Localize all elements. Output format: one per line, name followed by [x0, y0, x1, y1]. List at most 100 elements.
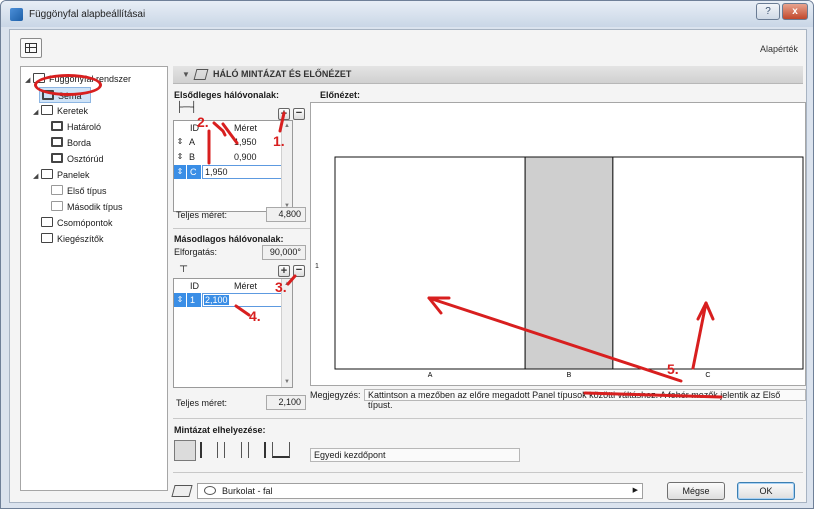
- placement-center-icon[interactable]: [200, 442, 218, 458]
- secondary-list-scrollbar[interactable]: ▲ ▼: [281, 279, 292, 387]
- annotation-label: 3.: [275, 279, 287, 295]
- primary-total-label: Teljes méret:: [176, 210, 228, 220]
- default-label[interactable]: Alapérték: [760, 44, 798, 54]
- divider: [173, 228, 311, 229]
- panel-type-1-icon: [51, 185, 63, 195]
- size-edit-value: 1,950: [205, 167, 228, 177]
- placement-left-icon[interactable]: [174, 440, 196, 461]
- tree-item-label: Keretek: [57, 106, 89, 116]
- col-id-header: ID: [190, 281, 199, 291]
- placement-title: Mintázat elhelyezése:: [174, 425, 266, 435]
- cancel-button[interactable]: Mégse: [667, 482, 725, 500]
- annotation-label: 2.: [197, 114, 209, 130]
- tree-item-mullion[interactable]: Borda: [51, 135, 91, 151]
- tree-item-label: Osztórúd: [67, 154, 104, 164]
- window-title: Függönyfal alapbeállításai: [29, 9, 146, 20]
- tree-item-label: Csomópontok: [57, 218, 113, 228]
- curtain-wall-settings-icon[interactable]: [20, 38, 42, 58]
- note-text: Kattintson a mezőben az előre megadott P…: [364, 389, 806, 410]
- preview-grid[interactable]: A B C: [311, 103, 805, 385]
- tree-item-label: Kiegészítők: [57, 234, 104, 244]
- tree-item-label: Első típus: [67, 186, 107, 196]
- placement-fill-icon[interactable]: [248, 442, 266, 458]
- divider: [173, 472, 803, 473]
- dropdown-value: Burkolat - fal: [222, 486, 273, 496]
- secondary-total-label: Teljes méret:: [176, 398, 228, 408]
- title-bar: Függönyfal alapbeállításai ? x: [1, 1, 813, 27]
- primary-gridlines-title: Elsődleges hálóvonalak:: [174, 90, 280, 100]
- panel-type-2-icon: [51, 201, 63, 211]
- table-row-selected[interactable]: ⇕ 1 2,100: [174, 293, 282, 307]
- tree-item-label: Panelek: [57, 170, 90, 180]
- secondary-total-field: 2,100: [266, 395, 306, 410]
- tree-item-boundary[interactable]: Határoló: [51, 119, 101, 135]
- scroll-up-icon[interactable]: ▲: [284, 123, 290, 129]
- expand-toggle-icon[interactable]: ◢: [33, 105, 41, 121]
- preview-column-label: A: [428, 372, 433, 379]
- size-edit-field[interactable]: 2,100: [202, 293, 282, 307]
- close-button[interactable]: x: [782, 3, 808, 20]
- dropdown-arrow-icon[interactable]: ▶: [633, 484, 638, 498]
- table-row[interactable]: ⇕ A 1,950: [174, 135, 282, 149]
- expand-toggle-icon[interactable]: ◢: [33, 169, 41, 185]
- rotation-field[interactable]: 90,000°: [262, 245, 306, 260]
- note-prefix: Megjegyzés:: [310, 390, 361, 400]
- col-size-header: Méret: [234, 123, 258, 133]
- preview-area[interactable]: 1 ABC: [310, 102, 806, 386]
- preview-title: Előnézet:: [320, 90, 361, 100]
- tree-item-transom[interactable]: Osztórúd: [51, 151, 104, 167]
- rotation-label: Elforgatás:: [174, 247, 218, 257]
- row-drag-handle-icon[interactable]: ⇕: [174, 293, 186, 307]
- col-size-header: Méret: [234, 281, 258, 291]
- ok-button[interactable]: OK: [737, 482, 795, 500]
- remove-secondary-gridline-button[interactable]: −: [293, 265, 305, 277]
- secondary-gridlines-title: Másodlagos hálóvonalak:: [174, 234, 284, 244]
- preview-panel-b[interactable]: [524, 156, 614, 370]
- annotation-label: 1.: [273, 133, 285, 149]
- size-edit-field[interactable]: 1,950: [202, 165, 282, 179]
- row-id: C: [187, 165, 201, 179]
- annotation-label: 5.: [667, 361, 679, 377]
- help-button[interactable]: ?: [756, 3, 780, 20]
- tree-item-panel-type-1[interactable]: Első típus: [51, 183, 107, 199]
- table-row[interactable]: ⇕ B 0,900: [174, 150, 282, 164]
- preview-column-label: B: [567, 372, 572, 379]
- table-row-selected[interactable]: ⇕ C 1,950: [174, 165, 282, 179]
- mullion-icon: [51, 137, 63, 147]
- scroll-down-icon[interactable]: ▼: [284, 379, 290, 385]
- preview-panel-a[interactable]: [334, 156, 526, 370]
- horizontal-measure-icon: ├─┤: [176, 102, 198, 113]
- collapse-triangle-icon[interactable]: ▼: [182, 70, 190, 79]
- tree-item-frames[interactable]: ◢ Keretek: [33, 103, 88, 119]
- row-size[interactable]: 1,950: [234, 135, 257, 149]
- row-drag-handle-icon[interactable]: ⇕: [175, 135, 185, 149]
- placement-custom-icon[interactable]: [272, 442, 290, 458]
- tree-item-accessories[interactable]: Kiegészítők: [41, 231, 104, 247]
- remove-gridline-button[interactable]: −: [293, 108, 305, 120]
- transom-icon: [51, 153, 63, 163]
- add-secondary-gridline-button[interactable]: +: [278, 265, 290, 277]
- vertical-measure-icon: ┬: [180, 261, 188, 272]
- tree-item-panel-type-2[interactable]: Második típus: [51, 199, 123, 215]
- expand-toggle-icon[interactable]: ◢: [25, 73, 33, 89]
- row-size[interactable]: 0,900: [234, 150, 257, 164]
- surface-dropdown[interactable]: Burkolat - fal ▶: [197, 483, 643, 499]
- grid-pattern-icon: [193, 69, 209, 80]
- tree-item-label: Borda: [67, 138, 92, 148]
- junctions-icon: [41, 217, 53, 227]
- annotation-label: 4.: [249, 308, 261, 324]
- preview-panel-c[interactable]: [612, 156, 804, 370]
- placement-right-icon[interactable]: [224, 442, 242, 458]
- settings-tree: ◢ Függönyfal rendszer Séma ◢ Keretek Határ…: [20, 66, 168, 491]
- row-drag-handle-icon[interactable]: ⇕: [174, 165, 186, 179]
- primary-total-field: 4,800: [266, 207, 306, 222]
- size-edit-value: 2,100: [204, 295, 229, 305]
- row-drag-handle-icon[interactable]: ⇕: [175, 150, 185, 164]
- tree-item-label: Határoló: [67, 122, 102, 132]
- section-header[interactable]: ▼ HÁLÓ MINTÁZAT ÉS ELŐNÉZET: [173, 66, 803, 84]
- add-gridline-button[interactable]: +: [278, 108, 290, 120]
- placement-value[interactable]: Egyedi kezdőpont: [310, 448, 520, 462]
- tree-item-junctions[interactable]: Csomópontok: [41, 215, 113, 231]
- row-id: B: [189, 152, 196, 162]
- tree-item-panels[interactable]: ◢ Panelek: [33, 167, 90, 183]
